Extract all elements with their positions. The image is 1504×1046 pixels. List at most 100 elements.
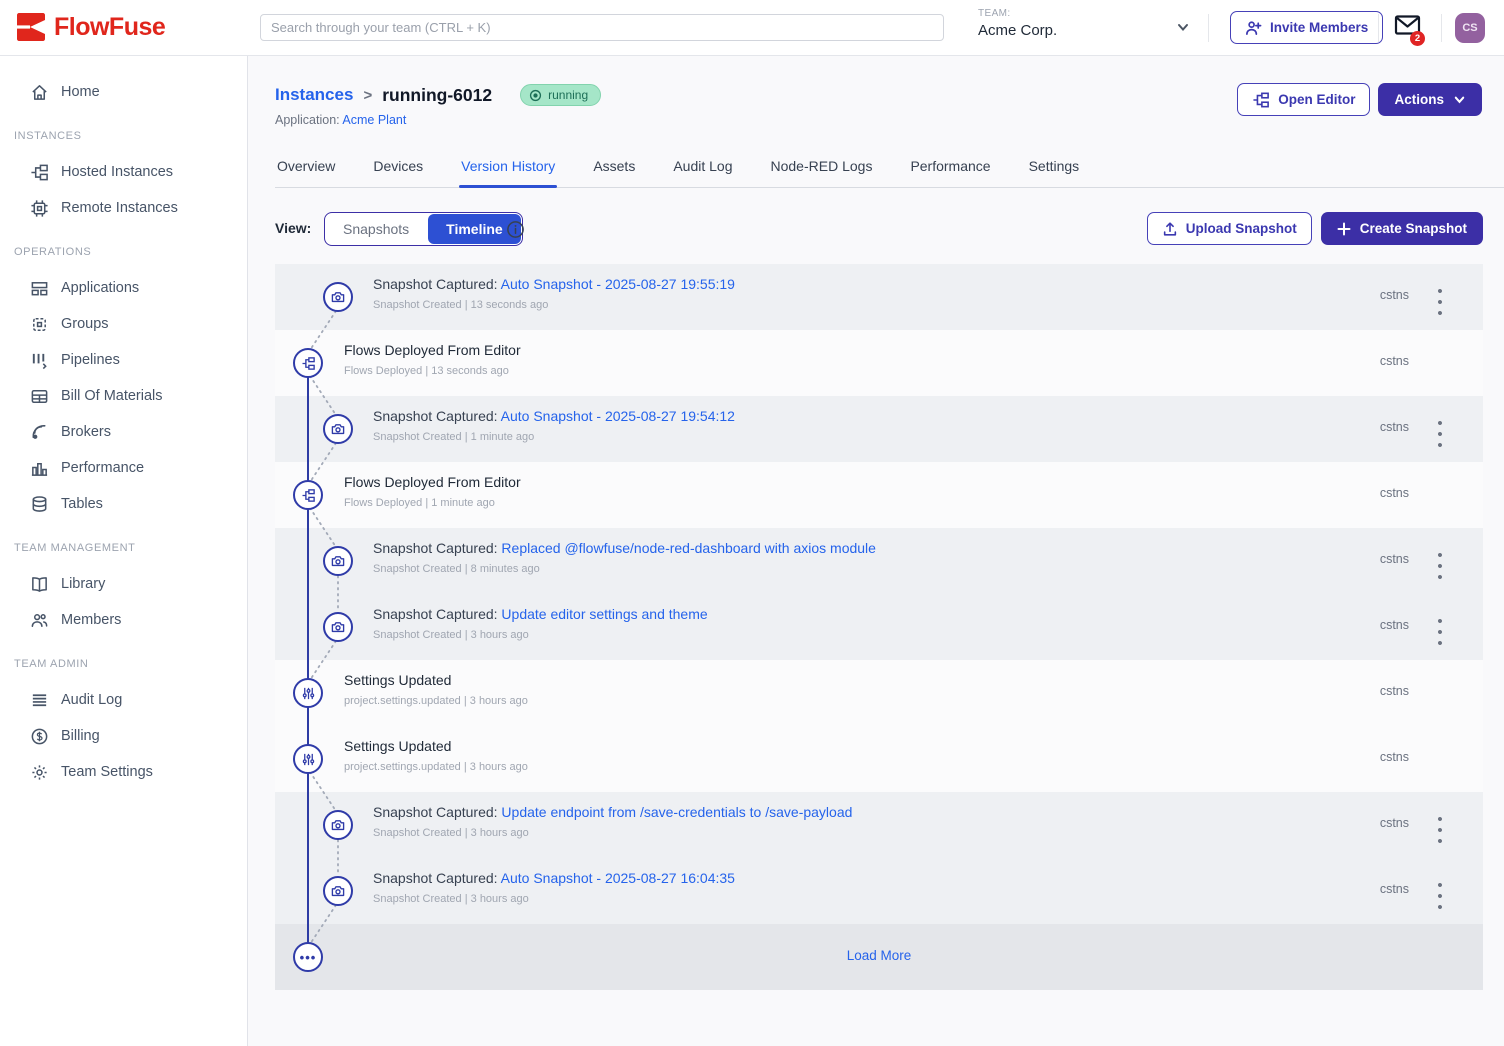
sidebar-item-performance[interactable]: Performance <box>0 450 247 486</box>
application-row: Application: Acme Plant <box>275 113 406 127</box>
invite-members-button[interactable]: Invite Members <box>1230 11 1383 44</box>
flow-deploy-icon <box>293 480 323 510</box>
flowfuse-logo-icon <box>16 12 46 42</box>
sidebar-item-label: Billing <box>61 728 100 744</box>
tab-settings[interactable]: Settings <box>1027 146 1082 187</box>
sidebar-item-pipelines[interactable]: Pipelines <box>0 342 247 378</box>
camera-icon <box>323 612 353 642</box>
open-editor-button[interactable]: Open Editor <box>1237 83 1370 116</box>
row-user: cstns <box>1380 618 1409 632</box>
search-input[interactable] <box>260 14 944 41</box>
open-editor-label: Open Editor <box>1278 92 1355 107</box>
team-selector[interactable]: TEAM: Acme Corp. <box>978 8 1057 39</box>
sidebar-item-label: Groups <box>61 316 109 332</box>
timeline-row: Settings Updated project.settings.update… <box>275 726 1483 792</box>
row-subtext: project.settings.updated | 3 hours ago <box>344 695 528 707</box>
breadcrumb-separator: > <box>363 87 372 104</box>
sidebar-item-label: Members <box>61 612 121 628</box>
mail-badge: 2 <box>1410 31 1425 46</box>
main-content: Instances > running-6012 running Applica… <box>249 56 1504 1046</box>
tab-performance[interactable]: Performance <box>908 146 992 187</box>
actions-button[interactable]: Actions <box>1378 83 1482 116</box>
breadcrumb-instances-link[interactable]: Instances <box>275 85 353 105</box>
timeline-row: Snapshot Captured: Update endpoint from … <box>275 792 1483 858</box>
list-lines-icon <box>30 691 49 710</box>
settings-sliders-icon <box>293 744 323 774</box>
kebab-menu-icon[interactable]: ••• <box>1431 880 1449 902</box>
row-title-prefix: Snapshot Captured: <box>373 276 501 292</box>
avatar[interactable]: CS <box>1455 13 1485 43</box>
sidebar-section-team-management: TEAM MANAGEMENT <box>0 522 247 566</box>
applications-icon <box>30 279 49 298</box>
kebab-menu-icon[interactable]: ••• <box>1431 814 1449 836</box>
kebab-menu-icon[interactable]: ••• <box>1431 418 1449 440</box>
tab-version-history[interactable]: Version History <box>459 146 557 187</box>
tab-node-red-logs[interactable]: Node-RED Logs <box>769 146 875 187</box>
sidebar-item-label: Brokers <box>61 424 111 440</box>
sidebar-item-members[interactable]: Members <box>0 602 247 638</box>
tab-overview[interactable]: Overview <box>275 146 337 187</box>
row-title: Settings Updated <box>344 672 528 688</box>
snapshot-link[interactable]: Auto Snapshot - 2025-08-27 19:54:12 <box>501 408 735 424</box>
notifications-mail-icon[interactable]: 2 <box>1394 14 1424 42</box>
row-user: cstns <box>1380 816 1409 830</box>
breadcrumb: Instances > running-6012 running <box>275 84 601 106</box>
sidebar-item-label: Tables <box>61 496 103 512</box>
home-icon <box>30 83 49 102</box>
sidebar-item-tables[interactable]: Tables <box>0 486 247 522</box>
camera-icon <box>323 414 353 444</box>
sidebar-item-home[interactable]: Home <box>0 74 247 110</box>
row-title-prefix: Snapshot Captured: <box>373 606 501 622</box>
upload-snapshot-button[interactable]: Upload Snapshot <box>1147 212 1312 245</box>
tab-assets[interactable]: Assets <box>591 146 637 187</box>
sidebar-item-team-settings[interactable]: Team Settings <box>0 754 247 790</box>
instance-tabs: Overview Devices Version History Assets … <box>275 146 1504 188</box>
snapshot-link[interactable]: Auto Snapshot - 2025-08-27 19:55:19 <box>501 276 735 292</box>
tab-audit-log[interactable]: Audit Log <box>671 146 734 187</box>
load-more-link[interactable]: Load More <box>275 948 1483 963</box>
tab-devices[interactable]: Devices <box>371 146 425 187</box>
sidebar-item-remote-instances[interactable]: Remote Instances <box>0 190 247 226</box>
application-link[interactable]: Acme Plant <box>342 113 406 127</box>
upload-icon <box>1162 221 1178 237</box>
settings-sliders-icon <box>293 678 323 708</box>
create-snapshot-button[interactable]: Create Snapshot <box>1321 212 1483 245</box>
snapshot-link[interactable]: Replaced @flowfuse/node-red-dashboard wi… <box>501 540 876 556</box>
snapshot-link[interactable]: Update editor settings and theme <box>501 606 707 622</box>
sidebar-item-label: Remote Instances <box>61 200 178 216</box>
sidebar-item-library[interactable]: Library <box>0 566 247 602</box>
flowfuse-logo[interactable]: FlowFuse <box>16 12 165 42</box>
snapshot-link[interactable]: Update endpoint from /save-credentials t… <box>501 804 852 820</box>
sidebar-item-audit-log[interactable]: Audit Log <box>0 682 247 718</box>
flow-icon <box>30 163 49 182</box>
sidebar-item-brokers[interactable]: Brokers <box>0 414 247 450</box>
row-user: cstns <box>1380 750 1409 764</box>
groups-icon <box>30 315 49 334</box>
view-toolbar: View: Snapshots Timeline Upload Snapshot… <box>275 210 1483 250</box>
row-user: cstns <box>1380 354 1409 368</box>
sidebar-item-bill-of-materials[interactable]: Bill Of Materials <box>0 378 247 414</box>
kebab-menu-icon[interactable]: ••• <box>1431 550 1449 572</box>
invite-members-label: Invite Members <box>1270 20 1368 35</box>
toggle-snapshots[interactable]: Snapshots <box>325 213 427 245</box>
sidebar: Home INSTANCES Hosted Instances Remote I… <box>0 56 248 1046</box>
kebab-menu-icon[interactable]: ••• <box>1431 616 1449 638</box>
timeline-row: Snapshot Captured: Update editor setting… <box>275 594 1483 660</box>
actions-label: Actions <box>1394 92 1444 107</box>
editor-flow-icon <box>1252 92 1270 108</box>
sidebar-item-groups[interactable]: Groups <box>0 306 247 342</box>
sidebar-item-hosted-instances[interactable]: Hosted Instances <box>0 154 247 190</box>
sidebar-item-label: Audit Log <box>61 692 122 708</box>
sidebar-item-applications[interactable]: Applications <box>0 270 247 306</box>
row-subtext: Snapshot Created | 8 minutes ago <box>373 563 876 575</box>
row-user: cstns <box>1380 882 1409 896</box>
chevron-down-icon[interactable] <box>1176 20 1190 34</box>
broadcast-icon <box>30 423 49 442</box>
kebab-menu-icon[interactable]: ••• <box>1431 286 1449 308</box>
row-subtext: Snapshot Created | 3 hours ago <box>373 629 708 641</box>
info-icon[interactable] <box>506 220 525 239</box>
sidebar-item-billing[interactable]: Billing <box>0 718 247 754</box>
sidebar-section-team-admin: TEAM ADMIN <box>0 638 247 682</box>
row-title-prefix: Snapshot Captured: <box>373 870 501 886</box>
snapshot-link[interactable]: Auto Snapshot - 2025-08-27 16:04:35 <box>501 870 735 886</box>
